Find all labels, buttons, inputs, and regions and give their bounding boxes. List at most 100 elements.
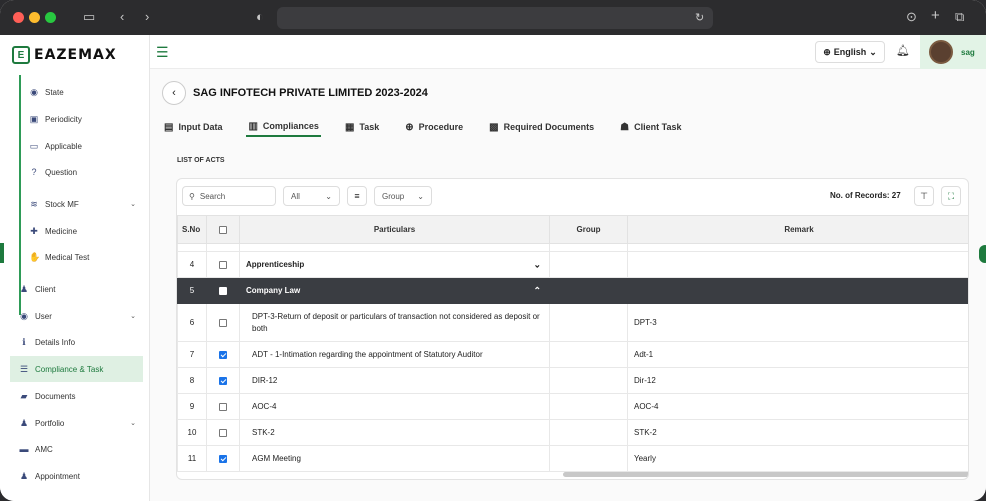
row-checkbox[interactable]: [219, 286, 227, 295]
column-header-remark[interactable]: Remark: [627, 215, 968, 244]
filter-select[interactable]: All ⌄: [283, 186, 340, 206]
address-bar[interactable]: ↻: [277, 7, 713, 29]
table-row[interactable]: 10 STK-2 STK-2: [177, 419, 968, 446]
select-all-checkbox[interactable]: [219, 225, 227, 234]
avatar[interactable]: [929, 40, 953, 64]
row-particular-text: Company Law: [246, 286, 301, 295]
reload-icon[interactable]: ↻: [695, 11, 704, 24]
shield-icon[interactable]: ◐: [256, 9, 264, 24]
column-header-sno[interactable]: S.No: [177, 215, 207, 244]
table-row[interactable]: 6 DPT-3-Return of deposit or particulars …: [177, 303, 968, 342]
row-particular: DIR-12: [239, 367, 550, 394]
chevron-up-icon[interactable]: ⌃: [533, 285, 541, 296]
hamburger-menu-icon[interactable]: ☰: [156, 44, 169, 61]
column-header-select[interactable]: [206, 215, 240, 244]
chevron-down-icon[interactable]: ⌄: [130, 312, 136, 320]
sidebar-item-user[interactable]: ◉ User ⌄: [0, 303, 150, 329]
minimize-window-button[interactable]: [29, 12, 40, 23]
tabs-overview-icon[interactable]: ⧉: [955, 9, 964, 25]
sidebar-item-periodicity[interactable]: ▣ Periodicity: [0, 106, 150, 132]
chevron-down-icon[interactable]: ⌄: [130, 200, 136, 208]
side-panel-handle[interactable]: [979, 245, 986, 263]
row-checkbox[interactable]: [219, 428, 227, 437]
sidebar-item-amc[interactable]: ▬ AMC: [0, 436, 150, 462]
column-header-particulars[interactable]: Particulars: [239, 215, 550, 244]
sidebar-item-client[interactable]: ♟ Client: [0, 276, 150, 302]
filter-button[interactable]: ≡: [347, 186, 367, 206]
group-select[interactable]: Group ⌄: [374, 186, 432, 206]
bell-icon[interactable]: 🔔︎: [896, 44, 910, 57]
column-filter-button[interactable]: ⊤: [914, 186, 934, 206]
row-remark: Yearly: [627, 445, 968, 472]
table-row[interactable]: 9 AOC-4 AOC-4: [177, 393, 968, 420]
column-header-group[interactable]: Group: [549, 215, 628, 244]
table-row[interactable]: 7 ADT - 1-Intimation regarding the appoin…: [177, 341, 968, 368]
chevron-down-icon[interactable]: ⌄: [130, 419, 136, 427]
horizontal-scrollbar[interactable]: [563, 472, 968, 477]
sidebar-toggle-icon[interactable]: ▭: [83, 9, 95, 25]
back-button[interactable]: ‹: [162, 81, 186, 105]
sidebar-item-applicable[interactable]: ▭ Applicable: [0, 133, 150, 159]
row-remark: Adt-1: [627, 341, 968, 368]
fullscreen-button[interactable]: ⛶: [941, 186, 961, 206]
sidebar-item-details-info[interactable]: ℹ Details Info: [0, 329, 150, 355]
table-header-row: S.No Particulars Group Remark: [177, 215, 968, 244]
row-checkbox[interactable]: [219, 454, 227, 463]
sidebar-item-question[interactable]: ? Question: [0, 159, 150, 185]
sidebar-item-medicine[interactable]: ✚ Medicine: [0, 218, 150, 244]
medkit-icon: ✚: [30, 226, 38, 236]
sidebar-item-medical-test[interactable]: ✋ Medical Test: [0, 244, 150, 270]
brand-logo[interactable]: E EAZEMAX: [12, 46, 117, 64]
row-checkbox[interactable]: [219, 318, 227, 327]
row-particular-text: AOC-4: [252, 401, 277, 411]
tab-compliances[interactable]: ▥ Compliances: [246, 117, 321, 137]
table-row[interactable]: 8 DIR-12 Dir-12: [177, 367, 968, 394]
tab-label: Input Data: [178, 122, 223, 132]
new-tab-icon[interactable]: +: [931, 7, 940, 24]
row-select-cell: [206, 277, 240, 304]
chevron-down-icon[interactable]: ⌄: [533, 259, 541, 270]
row-checkbox[interactable]: [219, 376, 227, 385]
sidebar-item-state[interactable]: ◉ State: [0, 79, 150, 105]
row-checkbox[interactable]: [219, 350, 227, 359]
tab-task[interactable]: ▦ Task: [343, 117, 381, 137]
language-selector[interactable]: ⊕ English ⌄: [815, 41, 885, 63]
collapse-handle[interactable]: [0, 243, 4, 263]
back-arrow-icon[interactable]: ‹: [120, 9, 124, 24]
person-icon: ♟: [19, 471, 29, 481]
maximize-window-button[interactable]: [45, 12, 56, 23]
table-row[interactable]: 5 Company Law ⌃: [177, 277, 968, 304]
tab-input-data[interactable]: ▤ Input Data: [162, 117, 224, 137]
row-sno: 6: [177, 303, 207, 342]
sidebar-item-documents[interactable]: ▰ Documents: [0, 383, 150, 409]
row-sno: 8: [177, 367, 207, 394]
sidebar-item-appointment[interactable]: ♟ Appointment: [0, 463, 150, 489]
row-particular-text: ADT - 1-Intimation regarding the appoint…: [252, 349, 483, 359]
tab-label: Task: [359, 122, 380, 132]
search-input[interactable]: ⚲ Search: [182, 186, 276, 206]
chevron-down-icon: ⌄: [417, 191, 424, 201]
tab-client-task[interactable]: ☗ Client Task: [618, 117, 683, 137]
users-icon: ☗: [620, 121, 630, 133]
sidebar-item-label: Question: [45, 167, 78, 177]
sidebar-item-portfolio[interactable]: ♟ Portfolio ⌄: [0, 410, 150, 436]
download-icon[interactable]: ⊙: [906, 9, 917, 25]
row-group: [549, 277, 628, 304]
sidebar-item-label: Client: [35, 284, 56, 294]
tab-required-documents[interactable]: ▩ Required Documents: [487, 117, 596, 137]
row-select-cell: [206, 367, 240, 394]
user-menu[interactable]: sag: [920, 35, 986, 69]
top-header: ☰ ⊕ English ⌄ 🔔︎ sag: [150, 35, 986, 69]
tab-procedure[interactable]: ⊕ Procedure: [403, 117, 465, 137]
row-group: [549, 341, 628, 368]
table-row[interactable]: 4 Apprenticeship ⌄: [177, 251, 968, 278]
row-checkbox[interactable]: [219, 260, 227, 269]
sidebar-item-stock-mf[interactable]: ≋ Stock MF ⌄: [0, 191, 150, 217]
row-checkbox[interactable]: [219, 402, 227, 411]
forward-arrow-icon[interactable]: ›: [145, 9, 149, 24]
sidebar-item-compliance-task[interactable]: ☰ Compliance & Task: [10, 356, 143, 382]
question-circle-icon: ?: [31, 167, 37, 177]
filter-icon: ⊤: [920, 190, 928, 201]
table-row[interactable]: 11 AGM Meeting Yearly: [177, 445, 968, 472]
close-window-button[interactable]: [13, 12, 24, 23]
